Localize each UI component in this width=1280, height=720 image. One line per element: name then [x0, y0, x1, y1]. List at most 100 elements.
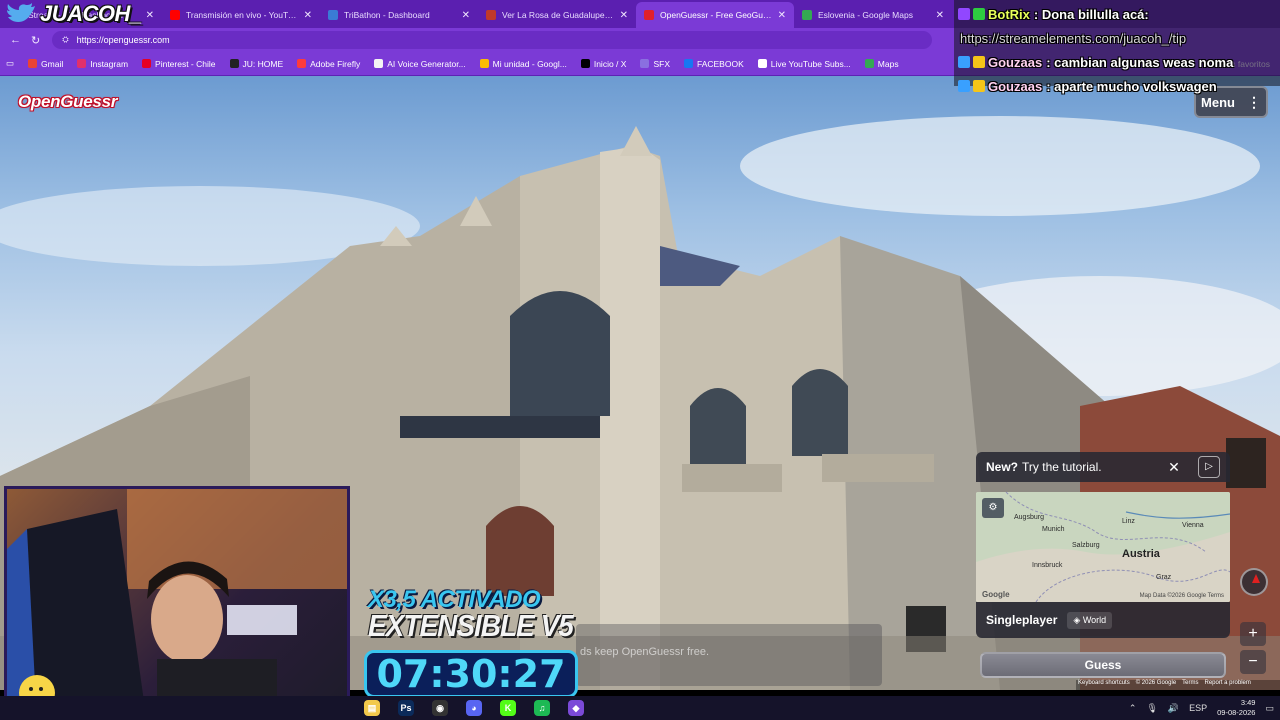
nav-buttons: ← ↻: [0, 34, 40, 47]
footer-link[interactable]: © 2026 Google: [1136, 680, 1176, 690]
back-icon[interactable]: ←: [10, 34, 21, 47]
chat-message: Gouzaas : cambian algunas weas noma: [958, 50, 1276, 74]
tab-title: TriBathon - Dashboard: [344, 10, 430, 20]
bookmark-item[interactable]: Instagram: [77, 59, 128, 69]
footer-link[interactable]: Keyboard shortcuts: [1078, 680, 1130, 690]
tab-close-icon[interactable]: ✕: [620, 10, 628, 21]
reload-icon[interactable]: ↻: [31, 34, 40, 47]
sub-badge-icon: [958, 56, 970, 68]
chat-user: Gouzaas: [988, 54, 1043, 70]
tutorial-new-label: New?: [986, 460, 1019, 474]
tutorial-text[interactable]: Try the tutorial.: [1022, 460, 1102, 474]
bookmark-label: AI Voice Generator...: [387, 58, 466, 69]
bookmark-label: Adobe Firefly: [310, 58, 361, 69]
bookmark-label: Inicio / X: [593, 58, 627, 69]
bookmark-favicon-icon: [864, 59, 874, 68]
tab-close-icon[interactable]: ✕: [146, 10, 154, 21]
bookmark-favicon-icon: [374, 59, 384, 68]
bookmark-item[interactable]: AI Voice Generator...: [374, 58, 466, 69]
bookmark-favicon-icon: [77, 59, 87, 68]
tab-search-icon[interactable]: ▭: [6, 58, 14, 69]
chat-overlay: BotRix : Dona billulla acá: https://stre…: [954, 0, 1280, 94]
bookmark-item[interactable]: Live YouTube Subs...: [757, 59, 851, 69]
crown-badge-icon: [973, 80, 985, 92]
openguessr-logo[interactable]: OpenGuessr: [18, 92, 117, 112]
browser-tab[interactable]: OpenGuessr - Free GeoGuess ✕: [636, 2, 794, 28]
tab-close-icon[interactable]: ✕: [936, 10, 944, 21]
bookmark-item[interactable]: Pinterest - Chile: [142, 59, 216, 69]
zoom-out-icon[interactable]: −: [1240, 650, 1266, 674]
bookmark-label: Mi unidad - Googl...: [492, 58, 567, 69]
crown-badge-icon: [973, 56, 985, 68]
browser-tab[interactable]: Ver La Rosa de Guadalupe, capitu ✕: [478, 2, 636, 28]
sub-badge-icon: [958, 80, 970, 92]
kick-icon[interactable]: K: [500, 700, 516, 716]
volume-icon[interactable]: 🔊: [1168, 703, 1179, 714]
chat-text: : cambian algunas weas noma: [1046, 54, 1234, 70]
footer-link[interactable]: Terms: [1182, 680, 1198, 690]
footer-link[interactable]: Report a problem: [1205, 680, 1251, 690]
bookmark-item[interactable]: Inicio / X: [580, 58, 627, 69]
bookmark-item[interactable]: Maps: [864, 59, 899, 69]
discord-icon[interactable]: ◕: [466, 700, 482, 716]
photoshop-icon[interactable]: Ps: [398, 700, 414, 716]
tab-title: OpenGuessr - Free GeoGuess: [660, 10, 772, 20]
tab-favicon-icon: [802, 10, 812, 20]
region-label: World: [1082, 614, 1107, 625]
play-icon[interactable]: ▷: [1198, 456, 1220, 478]
tab-close-icon[interactable]: ✕: [778, 10, 786, 21]
webcam-feed: [4, 486, 350, 720]
browser-tab[interactable]: TriBathon - Dashboard ✕: [320, 2, 478, 28]
windows-taskbar: ▤ Ps ◉ ◕ K ♫ ◆ ⌃ 🎙 🔊 ESP 3:49 09-08-2026 ▭: [0, 696, 1280, 720]
language-indicator[interactable]: ESP: [1189, 703, 1207, 713]
bookmark-item[interactable]: JU: HOME: [229, 58, 284, 69]
stack-icon: ◈: [1073, 614, 1081, 625]
site-info-icon[interactable]: ⛭: [62, 35, 68, 45]
ad-banner: ds keep OpenGuessr free.: [576, 624, 882, 686]
chat-text: : aparte mucho volkswagen: [1046, 78, 1217, 94]
microphone-icon[interactable]: 🎙: [1146, 703, 1157, 714]
system-tray: ⌃ 🎙 🔊 ESP 3:49 09-08-2026 ▭: [1129, 696, 1274, 720]
chat-text: : Dona billulla acá:: [1033, 6, 1149, 22]
spotify-icon[interactable]: ♫: [534, 700, 550, 716]
obs-icon[interactable]: ◉: [432, 700, 448, 716]
bookmark-favicon-icon: [142, 59, 152, 68]
clock[interactable]: 3:49 09-08-2026: [1217, 698, 1255, 718]
subathon-timer: 07:30:27: [364, 650, 578, 698]
url-omnibox[interactable]: ⛭ https://openguessr.com: [52, 31, 933, 49]
map-attribution[interactable]: Map Data ©2026 Google Terms: [1140, 593, 1224, 599]
notification-icon[interactable]: ▭: [1265, 703, 1274, 714]
close-icon[interactable]: ✕: [1164, 457, 1184, 477]
zoom-in-icon[interactable]: +: [1240, 622, 1266, 646]
file-explorer-icon[interactable]: ▤: [364, 700, 380, 716]
minimap-terrain: [976, 492, 1230, 602]
chat-message: Gouzaas : aparte mucho volkswagen: [958, 74, 1276, 98]
tab-title: Eslovenia - Google Maps: [818, 10, 913, 20]
map-options-icon[interactable]: ⚙: [982, 498, 1004, 518]
bookmark-item[interactable]: Mi unidad - Googl...: [479, 58, 567, 69]
tab-close-icon[interactable]: ✕: [304, 10, 312, 21]
map-city: Innsbruck: [1032, 562, 1063, 569]
chat-user: BotRix: [988, 6, 1030, 22]
bookmark-item[interactable]: SFX: [640, 59, 670, 69]
compass-icon[interactable]: [1240, 568, 1268, 596]
tab-favicon-icon: [644, 10, 654, 20]
app-icon[interactable]: ◆: [568, 700, 584, 716]
google-logo: Google: [982, 590, 1010, 599]
map-city: Vienna: [1182, 522, 1204, 529]
guess-minimap[interactable]: ⚙ Augsburg Munich Salzburg Linz Vienna I…: [976, 492, 1230, 602]
bookmark-label: FACEBOOK: [696, 58, 744, 69]
screen: Stream - Kick Dashboard ✕ Transmisión en v…: [0, 0, 1280, 720]
bookmark-favicon-icon: [297, 59, 307, 68]
bookmark-item[interactable]: FACEBOOK: [683, 58, 744, 69]
tab-close-icon[interactable]: ✕: [462, 10, 470, 21]
browser-tab[interactable]: Eslovenia - Google Maps ✕: [794, 2, 952, 28]
bookmark-label: Instagram: [90, 58, 129, 69]
bookmark-item[interactable]: Adobe Firefly: [297, 59, 360, 69]
chevron-up-icon[interactable]: ⌃: [1129, 703, 1137, 714]
browser-tab[interactable]: Transmisión en vivo - YouTube Stu ✕: [162, 2, 320, 28]
bookmark-item[interactable]: Gmail: [28, 59, 63, 69]
guess-button[interactable]: Guess: [980, 652, 1226, 678]
region-badge[interactable]: ◈ World: [1067, 611, 1113, 629]
bookmark-label: JU: HOME: [242, 58, 284, 69]
